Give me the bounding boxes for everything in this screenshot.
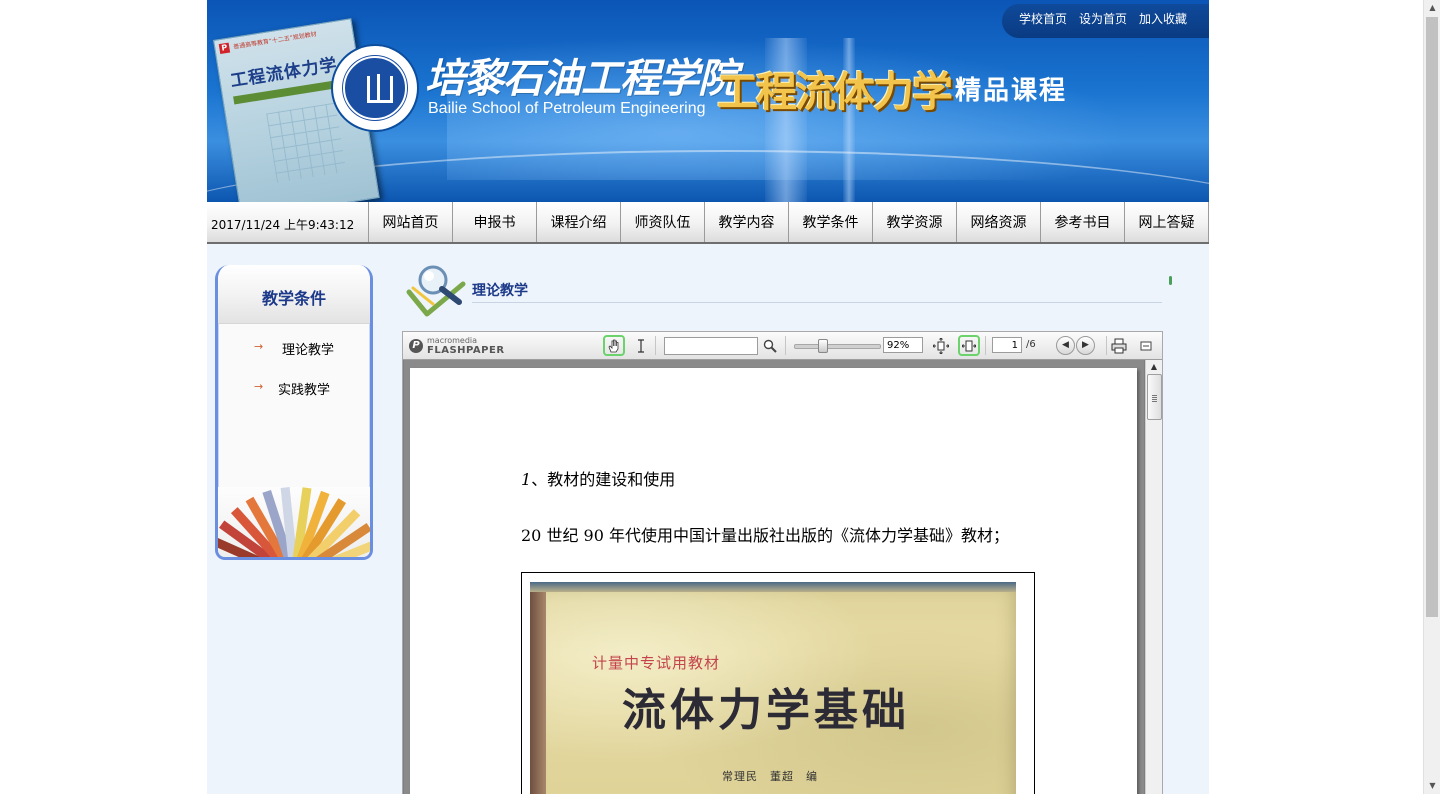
- flashpaper-logo: P macromedia FLASHPAPER: [409, 336, 505, 356]
- magnifier-icon: [405, 262, 467, 318]
- text-select-icon[interactable]: [631, 336, 651, 355]
- main-nav: 2017/11/24 上午9:43:12 网站首页 申报书 课程介绍 师资队伍 …: [207, 202, 1209, 244]
- link-school-home[interactable]: 学校首页: [1019, 10, 1067, 27]
- flash-marker: [1169, 276, 1172, 285]
- zoom-slider[interactable]: [794, 339, 881, 353]
- flashpaper-viewer: P macromedia FLASHPAPER 92% 1 /6 ◀ ▶ 1、教…: [402, 331, 1163, 794]
- document-view[interactable]: 1、教材的建设和使用 20 世纪 90 年代使用中国计量出版社出版的《流体力学基…: [404, 360, 1144, 794]
- page-wrapper: P 普通高等教育“十二五”规划教材 工程流体力学 培黎石油工程学院 Bailie…: [207, 0, 1209, 794]
- sidebar-item-theory[interactable]: → 理论教学: [218, 339, 370, 359]
- viewer-scroll-thumb[interactable]: [1147, 374, 1162, 420]
- textbook-cover-photo: 计量中专试用教材 流体力学基础 常理民 董超 编: [530, 582, 1016, 794]
- doc-heading: 1、教材的建设和使用: [521, 470, 676, 489]
- sidebar-item-label[interactable]: 实践教学: [218, 379, 370, 398]
- fit-page-icon[interactable]: [931, 336, 951, 355]
- sidebar: 教学条件 → 理论教学 → 实践教学: [215, 265, 373, 561]
- nav-faculty[interactable]: 师资队伍: [620, 202, 704, 242]
- top-links: 学校首页 设为首页 加入收藏: [1002, 4, 1209, 38]
- nav-home[interactable]: 网站首页: [368, 202, 452, 242]
- page-scrollbar[interactable]: ▲ ▼: [1423, 0, 1440, 794]
- nav-application[interactable]: 申报书: [452, 202, 536, 242]
- viewer-scrollbar[interactable]: ▲: [1145, 360, 1162, 794]
- hand-tool-icon[interactable]: [603, 335, 625, 356]
- scroll-up-icon[interactable]: ▲: [1146, 360, 1162, 374]
- nav-references[interactable]: 参考书目: [1040, 202, 1124, 242]
- book-series: 普通高等教育“十二五”规划教材: [232, 30, 318, 51]
- course-title: 工程流体力学: [717, 68, 953, 116]
- document-page: 1、教材的建设和使用 20 世纪 90 年代使用中国计量出版社出版的《流体力学基…: [410, 368, 1137, 794]
- school-name-en: Bailie School of Petroleum Engineering: [428, 100, 706, 117]
- nav-course-intro[interactable]: 课程介绍: [536, 202, 620, 242]
- print-icon[interactable]: [1109, 336, 1129, 355]
- page-total: /6: [1026, 339, 1036, 350]
- textbook-figure: 计量中专试用教材 流体力学基础 常理民 董超 编: [521, 572, 1035, 794]
- scroll-up-icon[interactable]: ▲: [1424, 0, 1440, 16]
- magnifier-icon[interactable]: [760, 336, 780, 355]
- link-add-favorite[interactable]: 加入收藏: [1139, 10, 1187, 27]
- sidebar-item-label[interactable]: 理论教学: [218, 339, 370, 358]
- sidebar-title: 教学条件: [261, 289, 326, 308]
- page-number-field[interactable]: 1: [992, 337, 1022, 353]
- pencils-decoration: [218, 487, 370, 557]
- clock: 2017/11/24 上午9:43:12: [211, 218, 355, 232]
- doc-paragraph: 20 世纪 90 年代使用中国计量出版社出版的《流体力学基础》教材；: [521, 526, 1009, 545]
- school-name-cn: 培黎石油工程学院: [425, 55, 738, 102]
- photo-title-text: 流体力学基础: [622, 685, 910, 736]
- search-input[interactable]: [664, 337, 758, 355]
- scroll-down-icon[interactable]: ▼: [1424, 778, 1440, 794]
- site-banner: P 普通高等教育“十二五”规划教材 工程流体力学 培黎石油工程学院 Bailie…: [207, 0, 1209, 202]
- course-subtitle: 精品课程: [955, 76, 1068, 106]
- photo-series-text: 计量中专试用教材: [592, 654, 721, 672]
- link-set-homepage[interactable]: 设为首页: [1079, 10, 1127, 27]
- nav-teaching-content[interactable]: 教学内容: [704, 202, 788, 242]
- nav-web-resources[interactable]: 网络资源: [956, 202, 1040, 242]
- zoom-slider-thumb[interactable]: [818, 339, 828, 353]
- prev-page-icon[interactable]: ◀: [1056, 336, 1075, 355]
- page-scroll-thumb[interactable]: [1426, 17, 1438, 617]
- options-icon[interactable]: [1136, 336, 1156, 355]
- fit-width-icon[interactable]: [958, 335, 980, 356]
- next-page-icon[interactable]: ▶: [1076, 336, 1095, 355]
- viewer-toolbar: P macromedia FLASHPAPER 92% 1 /6 ◀ ▶: [403, 332, 1162, 360]
- content-title: 理论教学: [472, 283, 528, 299]
- nav-teaching-resources[interactable]: 教学资源: [872, 202, 956, 242]
- divider: [472, 302, 1162, 303]
- photo-authors-text: 常理民 董超 编: [722, 770, 818, 783]
- university-logo: [333, 46, 417, 130]
- zoom-field[interactable]: 92%: [883, 337, 923, 353]
- sidebar-item-practice[interactable]: → 实践教学: [218, 379, 370, 399]
- nav-teaching-conditions[interactable]: 教学条件: [788, 202, 872, 242]
- nav-online-qa[interactable]: 网上答疑: [1124, 202, 1209, 242]
